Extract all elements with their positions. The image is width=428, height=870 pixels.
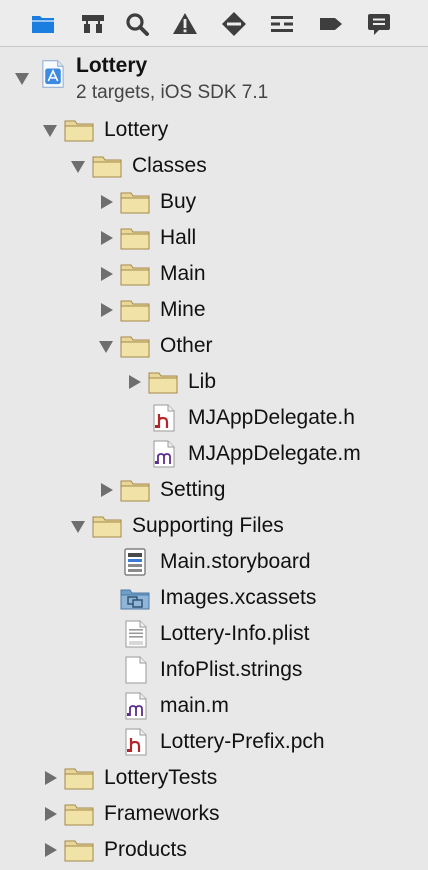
file-row[interactable]: InfoPlist.strings <box>0 652 428 688</box>
navigator-selector-bar <box>0 0 428 47</box>
log-navigator-icon[interactable] <box>366 11 392 37</box>
tree-item-label: Images.xcassets <box>160 586 317 609</box>
folder-row[interactable]: LotteryTests <box>0 760 428 796</box>
issue-navigator-icon[interactable] <box>172 11 198 37</box>
tree-item-label: LotteryTests <box>104 766 218 789</box>
disclosure-collapsed-icon[interactable] <box>98 302 114 318</box>
folder-row[interactable]: Lib <box>0 364 428 400</box>
header-file-icon <box>120 728 150 756</box>
tree-item-label: Lottery <box>104 118 169 141</box>
tree-item-label: MJAppDelegate.h <box>188 406 355 429</box>
symbol-navigator-icon[interactable] <box>80 11 106 37</box>
folder-icon <box>64 836 94 864</box>
folder-row[interactable]: Main <box>0 256 428 292</box>
folder-icon <box>92 152 122 180</box>
folder-icon <box>92 512 122 540</box>
objc-source-file-icon <box>120 692 150 720</box>
file-row[interactable]: Main.storyboard <box>0 544 428 580</box>
tree-item-label: main.m <box>160 694 229 717</box>
file-row[interactable]: main.m <box>0 688 428 724</box>
breakpoint-navigator-icon[interactable] <box>221 11 247 37</box>
folder-icon <box>64 764 94 792</box>
plist-file-icon <box>120 620 150 648</box>
file-row[interactable]: Images.xcassets <box>0 580 428 616</box>
folder-row[interactable]: Classes <box>0 148 428 184</box>
tree-item-label: MJAppDelegate.m <box>188 442 361 465</box>
header-file-icon <box>148 404 178 432</box>
disclosure-collapsed-icon[interactable] <box>42 770 58 786</box>
folder-row[interactable]: Setting <box>0 472 428 508</box>
strings-file-icon <box>120 656 150 684</box>
folder-row[interactable]: Products <box>0 832 428 868</box>
disclosure-collapsed-icon[interactable] <box>98 230 114 246</box>
tree-item-label: Products <box>104 838 187 861</box>
project-navigator: Lottery 2 targets, iOS SDK 7.1 Lottery Cl… <box>0 0 428 870</box>
find-navigator-icon[interactable] <box>124 11 150 37</box>
file-tree: Lottery Classes Buy Hall Main Mine Other Lib MJA… <box>0 47 428 870</box>
folder-icon <box>120 188 150 216</box>
tree-item-label: Other <box>160 334 213 357</box>
disclosure-collapsed-icon[interactable] <box>98 266 114 282</box>
folder-icon <box>120 332 150 360</box>
disclosure-collapsed-icon[interactable] <box>42 806 58 822</box>
tree-item-label: Classes <box>132 154 207 177</box>
disclosure-collapsed-icon[interactable] <box>98 482 114 498</box>
tree-item-label: Lottery-Prefix.pch <box>160 730 325 753</box>
disclosure-expanded-icon[interactable] <box>98 338 114 354</box>
folder-row[interactable]: Frameworks <box>0 796 428 832</box>
tree-item-label: Main.storyboard <box>160 550 311 573</box>
tree-item-label: Frameworks <box>104 802 220 825</box>
folder-icon <box>120 260 150 288</box>
objc-source-file-icon <box>148 440 178 468</box>
tree-item-label: InfoPlist.strings <box>160 658 303 681</box>
project-navigator-icon[interactable] <box>30 11 56 37</box>
folder-row[interactable]: Lottery <box>0 112 428 148</box>
disclosure-expanded-icon[interactable] <box>70 158 86 174</box>
folder-row[interactable]: Supporting Files <box>0 508 428 544</box>
tree-item-label: Supporting Files <box>132 514 284 537</box>
disclosure-expanded-icon[interactable] <box>42 122 58 138</box>
tree-item-label: Mine <box>160 298 206 321</box>
tag-navigator-icon[interactable] <box>318 11 344 37</box>
debug-navigator-icon[interactable] <box>269 11 295 37</box>
file-row[interactable]: MJAppDelegate.h <box>0 400 428 436</box>
tree-item-label: Main <box>160 262 206 285</box>
folder-icon <box>120 224 150 252</box>
folder-row[interactable]: Buy <box>0 184 428 220</box>
folder-icon <box>120 476 150 504</box>
asset-catalog-icon <box>120 584 150 612</box>
folder-icon <box>64 800 94 828</box>
folder-row[interactable]: Other <box>0 328 428 364</box>
file-row[interactable]: Lottery-Info.plist <box>0 616 428 652</box>
folder-row[interactable]: Hall <box>0 220 428 256</box>
file-row[interactable]: Lottery-Prefix.pch <box>0 724 428 760</box>
folder-icon <box>148 368 178 396</box>
disclosure-collapsed-icon[interactable] <box>42 842 58 858</box>
tree-item-label: Lottery-Info.plist <box>160 622 310 645</box>
folder-icon <box>64 116 94 144</box>
folder-row[interactable]: Mine <box>0 292 428 328</box>
disclosure-collapsed-icon[interactable] <box>98 194 114 210</box>
disclosure-expanded-icon[interactable] <box>70 518 86 534</box>
folder-icon <box>120 296 150 324</box>
tree-item-label: Setting <box>160 478 226 501</box>
storyboard-file-icon <box>120 548 150 576</box>
disclosure-collapsed-icon[interactable] <box>126 374 142 390</box>
tree-item-label: Buy <box>160 190 197 213</box>
file-row[interactable]: MJAppDelegate.m <box>0 436 428 472</box>
tree-item-label: Hall <box>160 226 197 249</box>
tree-item-label: Lib <box>188 370 217 393</box>
